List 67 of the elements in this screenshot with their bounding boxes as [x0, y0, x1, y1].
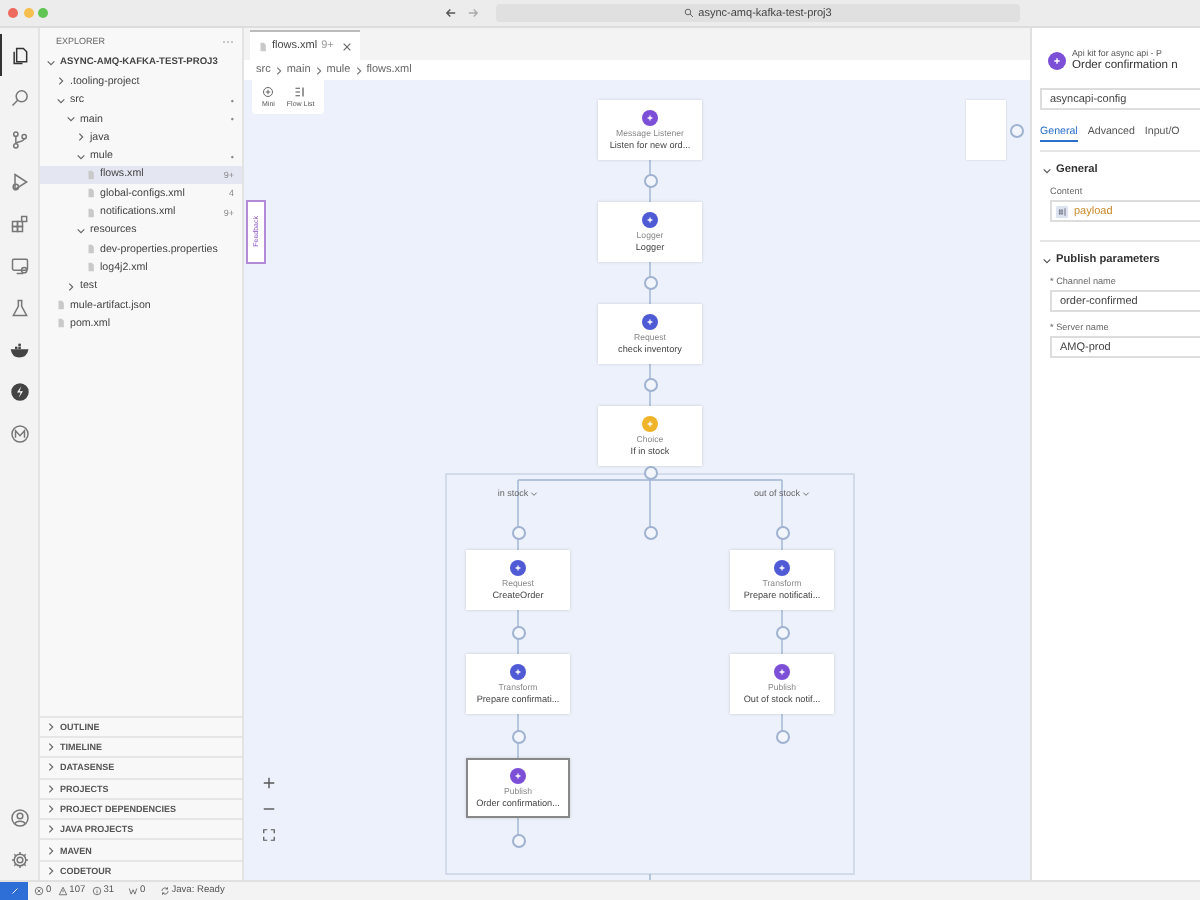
search-icon[interactable]: [10, 87, 30, 107]
remote-button[interactable]: [0, 881, 28, 900]
chevron-right-icon: [273, 65, 284, 75]
chevron-down-icon: [46, 58, 56, 69]
monitor-icon[interactable]: [10, 255, 30, 275]
add-step-button[interactable]: [511, 525, 525, 539]
back-arrow-icon[interactable]: [444, 6, 458, 20]
add-step-button[interactable]: [643, 378, 657, 392]
add-step-button[interactable]: [511, 730, 525, 744]
request-node-icon: [510, 560, 526, 576]
close-window-button[interactable]: [8, 8, 18, 18]
request-node-icon: [642, 314, 658, 330]
whale-icon[interactable]: [10, 339, 30, 359]
caret-icon: [530, 489, 539, 497]
chevron-right-icon: [66, 281, 76, 292]
warning-icon: [57, 886, 68, 896]
chevron-right-icon: [56, 76, 66, 87]
flow-card: [966, 100, 1006, 160]
zoom-in-icon[interactable]: [262, 776, 276, 790]
chevron-right-icon: [76, 132, 86, 143]
add-step-button[interactable]: [1009, 123, 1023, 137]
chevron-down-icon: [1042, 255, 1052, 265]
account-icon[interactable]: [10, 807, 30, 827]
listener-node-icon: [642, 110, 658, 126]
fit-view-icon[interactable]: [262, 828, 276, 842]
blocks-icon[interactable]: [10, 213, 30, 233]
transform-node-icon: [774, 560, 790, 576]
file-icon: [258, 41, 268, 51]
add-step-button[interactable]: [643, 276, 657, 290]
logger-node-icon: [642, 212, 658, 228]
error-icon: [34, 886, 44, 896]
add-step-button[interactable]: [775, 525, 789, 539]
flask-icon[interactable]: [10, 297, 30, 317]
settings-icon[interactable]: [10, 849, 30, 869]
antenna-icon: [128, 886, 139, 896]
list-icon: [294, 86, 307, 98]
chevron-down-icon: [76, 225, 86, 236]
sync-icon: [159, 886, 170, 896]
choice-node-icon: [642, 416, 658, 432]
maximize-window-button[interactable]: [38, 8, 48, 18]
lightning-icon[interactable]: [10, 381, 30, 401]
info-icon: [91, 886, 102, 896]
add-step-button[interactable]: [775, 626, 789, 640]
publish-node-icon: [1048, 51, 1066, 69]
publish-node-icon: [774, 664, 790, 680]
close-icon[interactable]: [341, 41, 352, 51]
branch-icon[interactable]: [10, 129, 30, 149]
chevron-right-icon: [353, 65, 364, 75]
search-icon: [684, 8, 695, 18]
chevron-down-icon: [1042, 165, 1052, 175]
zoom-out-icon[interactable]: [262, 802, 276, 816]
expression-icon: [1056, 205, 1068, 217]
transform-node-icon: [510, 664, 526, 680]
add-step-button[interactable]: [643, 525, 657, 539]
chevron-down-icon: [76, 151, 86, 162]
chevron-right-icon: [313, 65, 324, 75]
add-step-button[interactable]: [643, 174, 657, 188]
mule-logo-icon[interactable]: [10, 423, 30, 443]
map-icon: [262, 86, 275, 98]
caret-icon: [802, 489, 810, 497]
publish-node-icon: [510, 768, 526, 784]
play-bug-icon[interactable]: [10, 171, 30, 191]
add-step-button[interactable]: [511, 626, 525, 640]
add-step-button[interactable]: [775, 730, 789, 744]
files-icon[interactable]: [10, 45, 30, 65]
forward-arrow-icon[interactable]: [466, 6, 480, 20]
add-step-button[interactable]: [511, 834, 525, 848]
